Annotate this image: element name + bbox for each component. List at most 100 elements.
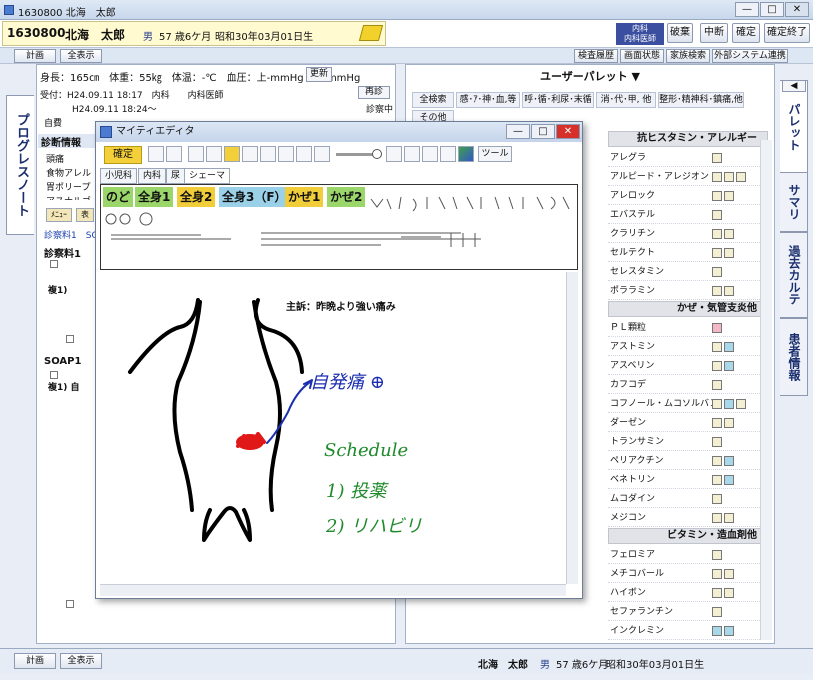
pen-skyblue-icon[interactable]: [278, 146, 294, 162]
editor-confirm-button[interactable]: 確定: [104, 146, 142, 164]
tab-pediatrics[interactable]: 小児科: [100, 168, 138, 184]
show-all-button[interactable]: 全表示: [60, 49, 102, 63]
pen-pink-icon[interactable]: [314, 146, 330, 162]
tab-past-records[interactable]: 過去カルテ: [780, 232, 808, 318]
revisit-select[interactable]: 再診: [358, 86, 390, 99]
option-checkbox[interactable]: [712, 513, 722, 523]
palette-scrollbar[interactable]: [760, 140, 772, 640]
option-checkbox[interactable]: [712, 494, 722, 504]
drug-item[interactable]: ポララミン: [608, 282, 768, 300]
option-checkbox[interactable]: [712, 286, 722, 296]
drug-item[interactable]: ムコダイン: [608, 490, 768, 508]
drug-item[interactable]: メジコン: [608, 509, 768, 527]
undo-icon[interactable]: [148, 146, 164, 162]
pen-black-icon[interactable]: [188, 146, 204, 162]
pen-dark-icon[interactable]: [224, 146, 240, 162]
option-checkbox[interactable]: [712, 229, 722, 239]
category-tab[interactable]: 全検索: [412, 92, 454, 108]
palette-title[interactable]: ユーザーパレット ▼: [540, 68, 640, 84]
option-checkbox[interactable]: [724, 361, 734, 371]
table-tab[interactable]: 表: [76, 208, 94, 222]
editor-vertical-scrollbar[interactable]: [566, 272, 578, 584]
option-checkbox[interactable]: [712, 475, 722, 485]
confirm-finish-button[interactable]: 確定終了: [764, 23, 810, 43]
family-search-button[interactable]: 家族検索: [666, 49, 710, 63]
option-checkbox[interactable]: [724, 342, 734, 352]
pen-blue-icon[interactable]: [206, 146, 222, 162]
option-checkbox[interactable]: [724, 229, 734, 239]
drug-item[interactable]: ダーゼン: [608, 414, 768, 432]
tab-palette[interactable]: パレット: [780, 80, 808, 174]
tab-patient-info[interactable]: 患者情報: [780, 318, 808, 396]
drug-item[interactable]: アレグラ: [608, 149, 768, 167]
plan-button[interactable]: 計画: [14, 49, 56, 63]
drug-item[interactable]: ベネトリン: [608, 471, 768, 489]
option-checkbox[interactable]: [712, 607, 722, 617]
color-picker-icon[interactable]: [458, 146, 474, 162]
category-tab[interactable]: 感･ｱ･神･血,等: [456, 92, 520, 108]
option-checkbox[interactable]: [712, 361, 722, 371]
footer-show-all-button[interactable]: 全表示: [60, 653, 102, 669]
drug-item[interactable]: コフノール・ムコソルバン: [608, 395, 768, 413]
expand-icon[interactable]: [50, 371, 58, 379]
close-window-button[interactable]: ✕: [785, 2, 809, 17]
editor-minimize-button[interactable]: —: [506, 124, 530, 139]
option-checkbox[interactable]: [712, 418, 722, 428]
slider-thumb[interactable]: [372, 149, 382, 159]
drug-item[interactable]: カフコデ: [608, 376, 768, 394]
option-checkbox[interactable]: [712, 248, 722, 258]
drug-item[interactable]: インクレミン: [608, 622, 768, 640]
drug-item[interactable]: セルテクト: [608, 244, 768, 262]
tab-schema[interactable]: シェーマ: [184, 168, 231, 184]
option-checkbox[interactable]: [712, 626, 722, 636]
drug-item[interactable]: アストミン: [608, 338, 768, 356]
option-checkbox[interactable]: [712, 267, 722, 277]
drug-item[interactable]: トランサミン: [608, 433, 768, 451]
option-checkbox[interactable]: [712, 456, 722, 466]
redo-icon[interactable]: [166, 146, 182, 162]
option-checkbox[interactable]: [712, 342, 722, 352]
option-checkbox[interactable]: [712, 588, 722, 598]
option-checkbox[interactable]: [712, 191, 722, 201]
tab-urine[interactable]: 尿: [166, 168, 186, 184]
category-tab[interactable]: 消･代･甲, 他: [596, 92, 656, 108]
tool-button[interactable]: ツール: [478, 146, 512, 162]
exam-history-button[interactable]: 検査履歴: [574, 49, 618, 63]
external-link-button[interactable]: 外部システム連携: [712, 49, 788, 63]
footer-plan-button[interactable]: 計画: [14, 653, 56, 669]
option-checkbox[interactable]: [712, 569, 722, 579]
option-checkbox[interactable]: [724, 418, 734, 428]
option-checkbox[interactable]: [724, 399, 734, 409]
confirm-button[interactable]: 確定: [732, 23, 760, 43]
option-checkbox[interactable]: [736, 172, 746, 182]
option-checkbox[interactable]: [724, 248, 734, 258]
drug-item[interactable]: エバステル: [608, 206, 768, 224]
option-checkbox[interactable]: [712, 437, 722, 447]
option-checkbox[interactable]: [712, 380, 722, 390]
pen-green-icon[interactable]: [296, 146, 312, 162]
drug-item[interactable]: ハイボン: [608, 584, 768, 602]
discard-button[interactable]: 破棄: [667, 23, 693, 43]
drug-item[interactable]: アルピード・アレジオン: [608, 168, 768, 186]
minimize-button[interactable]: —: [735, 2, 759, 17]
brush-icon[interactable]: [404, 146, 420, 162]
drug-item[interactable]: メチコバール: [608, 565, 768, 583]
drawing-canvas[interactable]: 主訴：昨晩より強い痛み 自発痛 ⊕ Schedule 1) 投薬 2) リハビリ: [100, 272, 566, 584]
option-checkbox[interactable]: [724, 475, 734, 485]
option-checkbox[interactable]: [712, 153, 722, 163]
stroke-width-slider[interactable]: [336, 153, 376, 156]
option-checkbox[interactable]: [724, 172, 734, 182]
option-checkbox[interactable]: [724, 191, 734, 201]
fee-link[interactable]: 診察料1 SO: [44, 228, 99, 241]
option-checkbox[interactable]: [724, 513, 734, 523]
option-checkbox[interactable]: [724, 626, 734, 636]
category-tab[interactable]: 呼･循･利尿･末循: [522, 92, 594, 108]
option-checkbox[interactable]: [736, 399, 746, 409]
menu-tab[interactable]: ﾒﾆｭｰ: [46, 208, 72, 222]
drug-item[interactable]: アレロック: [608, 187, 768, 205]
memo-icon[interactable]: [358, 25, 384, 41]
palette-collapse-button[interactable]: ◀: [782, 80, 806, 92]
pen-red-icon[interactable]: [242, 146, 258, 162]
drug-item[interactable]: セファランチン: [608, 603, 768, 621]
option-checkbox[interactable]: [712, 210, 722, 220]
